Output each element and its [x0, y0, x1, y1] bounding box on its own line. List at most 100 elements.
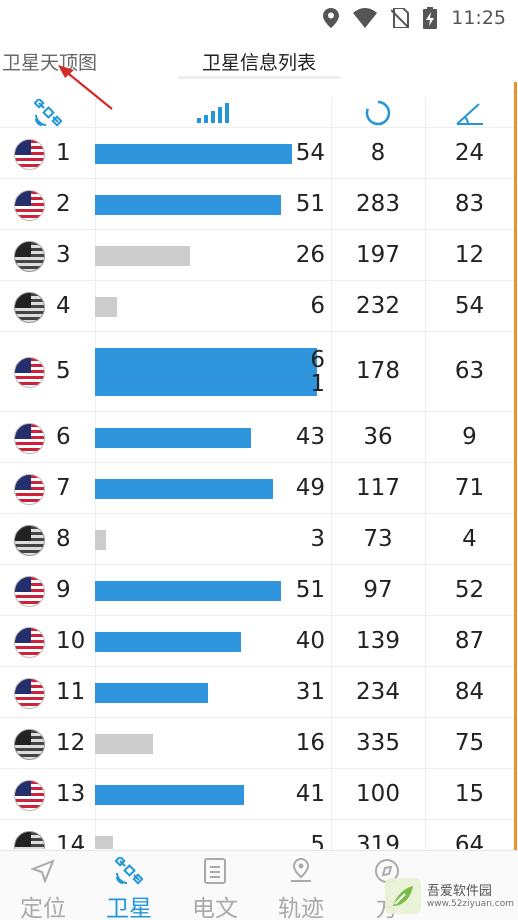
satellite-table[interactable]: 1 54 8 24 2 51 283 83 3 26 197 12 4 6 232 54 5 6 1 178 63 6 4…: [0, 97, 514, 849]
table-row[interactable]: 12 16 335 75: [0, 718, 514, 769]
satellite-id: 9: [56, 576, 71, 603]
us-flag-icon: [14, 473, 45, 505]
signal-value: 26: [295, 241, 325, 268]
nav-item-satellite[interactable]: 卫星: [86, 855, 172, 920]
azimuth-value: 283: [356, 190, 400, 217]
signal-bar: [95, 478, 273, 499]
signal-bar: [95, 682, 208, 703]
status-bar: 11:25: [0, 0, 518, 36]
nav-label-track: 轨迹: [278, 896, 324, 920]
watermark-text: 吾爱软件园: [426, 883, 492, 899]
table-row[interactable]: 5 6 1 178 63: [0, 332, 514, 412]
wifi-icon: [353, 8, 378, 28]
elevation-value: 87: [454, 627, 485, 654]
nav-label-locate: 定位: [20, 896, 66, 920]
signal-bar: [95, 631, 241, 652]
table-row[interactable]: 3 26 197 12: [0, 230, 514, 281]
us-flag-icon: [14, 575, 45, 607]
col-satellite-header: [0, 97, 95, 128]
azimuth-value: 178: [356, 358, 400, 384]
satellite-id: 8: [56, 525, 71, 552]
table-row[interactable]: 2 51 283 83: [0, 179, 514, 230]
signal-value: 51: [295, 190, 325, 217]
location-icon: [323, 8, 340, 28]
azimuth-value: 8: [370, 139, 386, 166]
us-flag-icon: [14, 626, 45, 658]
satellite-id: 13: [56, 780, 86, 807]
azimuth-value: 36: [363, 423, 393, 450]
signal-bar: [95, 194, 281, 215]
signal-bar: [95, 348, 317, 396]
us-flag-icon: [14, 357, 45, 388]
watermark-url: www.52ziyuan.com: [426, 898, 514, 909]
signal-value: 49: [295, 474, 325, 501]
signal-value: 5: [310, 831, 325, 850]
tab-satellite-list[interactable]: 卫星信息列表: [178, 48, 340, 75]
table-row[interactable]: 1 54 8 24: [0, 128, 514, 179]
elevation-value: 83: [454, 190, 485, 217]
signal-bar: [95, 835, 113, 849]
signal-value: 41: [295, 780, 325, 807]
nav-label-message: 电文: [192, 896, 238, 920]
no-sim-icon: [391, 8, 410, 28]
nav-item-message[interactable]: 电文: [172, 855, 258, 920]
signal-bar: [95, 580, 281, 601]
signal-bar: [95, 784, 244, 805]
watermark: 吾爱软件园 www.52ziyuan.com: [383, 876, 514, 916]
elevation-value: 63: [454, 358, 485, 384]
azimuth-value: 73: [363, 525, 393, 552]
navigation-arrow-icon: [31, 859, 55, 883]
watermark-logo: [384, 878, 421, 914]
signal-value: 51: [295, 576, 325, 603]
table-row[interactable]: 6 43 36 9: [0, 412, 514, 463]
signal-value: 6: [310, 292, 325, 319]
elevation-angle-icon: [455, 102, 483, 125]
elevation-value: 75: [454, 729, 485, 756]
table-row[interactable]: 4 6 232 54: [0, 281, 514, 332]
azimuth-value: 319: [356, 831, 400, 850]
nav-item-track[interactable]: 轨迹: [258, 855, 344, 920]
us-flag-icon: [14, 138, 45, 170]
table-row[interactable]: 7 49 117 71: [0, 463, 514, 514]
table-row[interactable]: 11 31 234 84: [0, 667, 514, 718]
signal-value: 16: [295, 729, 325, 756]
table-row[interactable]: 8 3 73 4: [0, 514, 514, 565]
signal-bar: [95, 733, 153, 754]
nav-item-locate[interactable]: 定位: [0, 855, 86, 920]
signal-value: 3: [310, 525, 325, 552]
inactive-flag-icon: [14, 728, 45, 760]
elevation-value: 12: [454, 241, 485, 268]
satellite-id: 12: [56, 729, 86, 756]
signal-bar: [95, 427, 251, 448]
inactive-flag-icon: [14, 291, 45, 323]
satellite-id: 10: [56, 627, 86, 654]
table-row[interactable]: 13 41 100 15: [0, 769, 514, 820]
scroll-indicator[interactable]: [514, 82, 517, 852]
azimuth-value: 97: [363, 576, 393, 603]
satellite-id: 3: [56, 241, 71, 268]
elevation-value: 24: [454, 139, 485, 166]
battery-charging-icon: [423, 7, 438, 29]
satellite-id: 5: [56, 358, 71, 384]
us-flag-icon: [14, 779, 45, 811]
elevation-value: 9: [462, 423, 477, 450]
inactive-flag-icon: [14, 240, 45, 272]
satellite-id: 1: [56, 139, 71, 166]
us-flag-icon: [14, 677, 45, 709]
satellite-id: 7: [56, 474, 71, 501]
azimuth-value: 117: [356, 474, 400, 501]
azimuth-value: 100: [356, 780, 400, 807]
table-row[interactable]: 10 40 139 87: [0, 616, 514, 667]
document-icon: [204, 858, 226, 884]
bottom-navigation: 定位 卫星 电文 轨迹 方 吾爱软件园 www.52ziyuan.com: [0, 850, 518, 920]
status-time: 11:25: [451, 7, 506, 29]
signal-value: 6 1: [310, 347, 325, 397]
satellite-id: 14: [56, 831, 86, 850]
elevation-value: 84: [454, 678, 485, 705]
elevation-value: 64: [454, 831, 485, 850]
satellite-id: 6: [56, 423, 71, 450]
azimuth-value: 234: [356, 678, 400, 705]
azimuth-value: 197: [356, 241, 400, 268]
table-row[interactable]: 9 51 97 52: [0, 565, 514, 616]
table-row[interactable]: 14 5 319 64: [0, 820, 514, 849]
